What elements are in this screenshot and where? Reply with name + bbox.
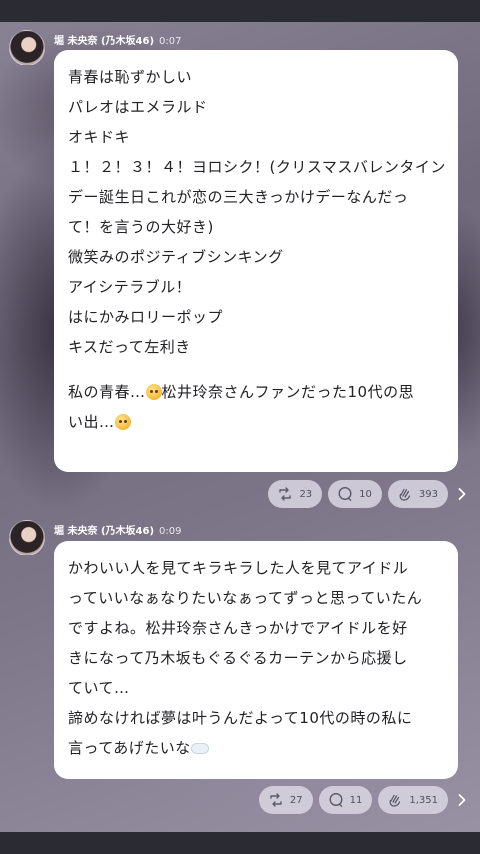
retweet-count: 27 [289, 794, 303, 806]
avatar[interactable] [9, 520, 45, 556]
message-line: 青春は恥ずかしい [68, 68, 193, 86]
clap-button[interactable]: 1,351 [378, 786, 448, 814]
more-button[interactable] [456, 786, 468, 814]
post-meta: 堀 未央奈 (乃木坂46) 0:09 [54, 522, 182, 538]
comment-count: 11 [349, 794, 363, 806]
comment-button[interactable]: 11 [318, 786, 373, 814]
pleading-face-emoji [145, 384, 162, 400]
message-line: 私の青春… 松井玲奈さんファンだった10代の思 [68, 377, 444, 407]
post-time: 0:07 [159, 36, 182, 47]
closing-text: 私の青春… [68, 383, 146, 401]
author-name: 堀 未央奈 (乃木坂46) [54, 526, 155, 537]
clap-button[interactable]: 393 [387, 480, 448, 508]
clap-count: 393 [418, 488, 438, 500]
message-line: い出… [68, 407, 444, 437]
message-line: ですよね。松井玲奈さんきっかけでアイドルを好 [68, 619, 408, 637]
message-line: アイシテラブル！ [68, 278, 192, 296]
more-button[interactable] [456, 480, 468, 508]
comment-count: 10 [359, 488, 372, 500]
closing-text: 言ってあげたいな [68, 739, 191, 757]
clap-icon [389, 794, 401, 807]
retweet-count: 23 [299, 488, 313, 500]
message-line: パレオはエメラルド [68, 98, 208, 116]
action-bar: 23 10 393 [268, 480, 448, 508]
message-line: １！２！３！４！ヨロシク！(クリスマスバレンタイン [68, 158, 446, 176]
message-line: オキドキ [68, 128, 131, 146]
message-line: きになって乃木坂もぐるぐるカーテンから応援し [68, 649, 408, 667]
post-time: 0:09 [159, 526, 182, 537]
chevron-right-icon [458, 794, 466, 806]
retweet-button[interactable]: 23 [268, 480, 323, 508]
comment-icon [338, 486, 352, 501]
navigation-bar [0, 832, 480, 854]
cloud-emoji [190, 743, 209, 754]
comment-button[interactable]: 10 [328, 480, 382, 508]
comment-icon [329, 792, 343, 807]
avatar[interactable] [9, 30, 45, 66]
message-line: かわいい人を見てキラキラした人を見てアイドル [68, 559, 409, 577]
message-line: 言ってあげたいな [68, 733, 444, 763]
pleading-face-emoji [114, 414, 131, 430]
author-name: 堀 未央奈 (乃木坂46) [54, 36, 155, 47]
status-bar [0, 0, 480, 22]
message-line: デー誕生日これが恋の三大きっかけデーなんだっ [68, 188, 409, 206]
message-line: て！を言うの大好き) [68, 218, 214, 236]
message-line: キスだって左利き [68, 338, 191, 356]
message-line: っていいなぁなりたいなぁってずっと思っていたん [68, 589, 423, 607]
retweet-icon [279, 487, 292, 501]
clap-icon [399, 488, 411, 501]
message-bubble[interactable]: 青春は恥ずかしい パレオはエメラルド オキドキ １！２！３！４！ヨロシク！(クリ… [54, 50, 458, 472]
closing-text: い出… [68, 413, 115, 431]
action-bar: 27 11 1,351 [258, 786, 448, 814]
retweet-icon [270, 793, 282, 807]
message-line: はにかみロリーポップ [68, 308, 224, 326]
message-line: 諦めなければ夢は叶うんだよって10代の時の私に [68, 709, 413, 727]
retweet-button[interactable]: 27 [258, 786, 313, 814]
post-meta: 堀 未央奈 (乃木坂46) 0:07 [54, 32, 182, 48]
message-bubble[interactable]: かわいい人を見てキラキラした人を見てアイドル っていいなぁなりたいなぁってずっと… [54, 541, 458, 779]
chevron-right-icon [458, 488, 466, 500]
message-line: 微笑みのポジティブシンキング [68, 248, 284, 266]
closing-text: 松井玲奈さんファンだった10代の思 [161, 383, 415, 401]
clap-count: 1,351 [409, 794, 438, 806]
message-line: ていて… [68, 679, 130, 697]
